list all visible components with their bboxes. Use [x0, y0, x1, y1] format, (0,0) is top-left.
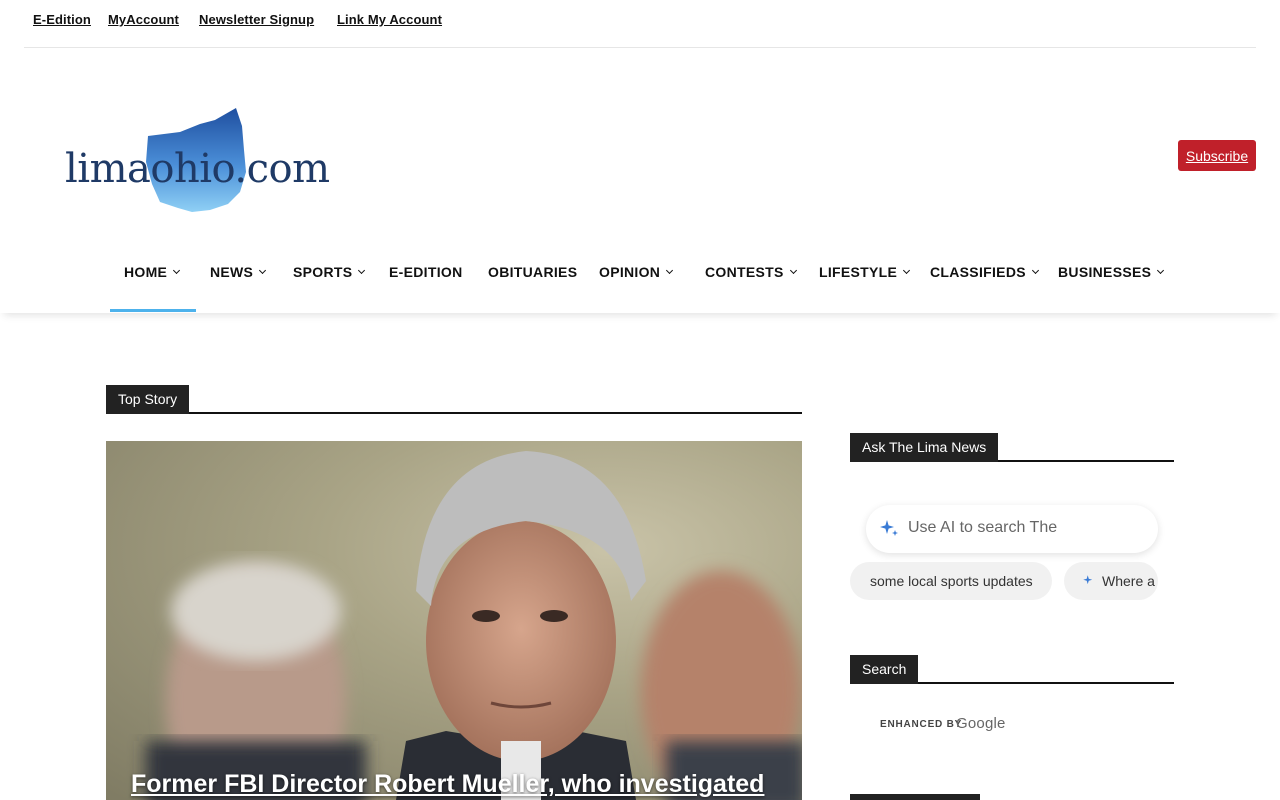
ai-search-placeholder: Use AI to search The	[908, 519, 1058, 536]
sparkle-icon	[1083, 575, 1093, 585]
logo-text: limaohio.com	[65, 146, 330, 192]
next-block-header	[850, 794, 980, 800]
top-story-title: Top Story	[106, 385, 190, 414]
search-title: Search	[850, 655, 919, 684]
nav-item-e-edition[interactable]: E-EDITION	[389, 264, 462, 280]
util-link-link-account[interactable]: Link My Account	[337, 12, 442, 27]
top-story-headline[interactable]: Former FBI Director Robert Mueller, who …	[131, 770, 764, 799]
sparkle-icon	[880, 520, 898, 536]
nav-item-news[interactable]: NEWS	[210, 264, 267, 280]
util-link-myaccount[interactable]: MyAccount	[108, 12, 179, 27]
photo-illustration	[146, 451, 802, 800]
ask-title: Ask The Lima News	[850, 433, 999, 462]
nav-item-businesses[interactable]: BUSINESSES	[1058, 264, 1165, 280]
nav-item-lifestyle[interactable]: LIFESTYLE	[819, 264, 911, 280]
nav-item-contests[interactable]: CONTESTS	[705, 264, 797, 280]
chevron-down-icon	[789, 266, 797, 274]
nav-item-obituaries[interactable]: OBITUARIES	[488, 264, 577, 280]
chevron-down-icon	[358, 266, 366, 274]
nav-item-sports[interactable]: SPORTS	[293, 264, 366, 280]
top-story-header: Top Story	[106, 385, 802, 414]
ai-search-input[interactable]: Use AI to search The	[866, 505, 1158, 553]
chevron-down-icon	[1031, 266, 1039, 274]
utility-bar: E-Edition MyAccount Newsletter Signup Li…	[24, 0, 1256, 48]
util-link-e-edition[interactable]: E-Edition	[33, 12, 91, 27]
site-logo[interactable]: limaohio.com	[60, 100, 350, 220]
google-logo: Google	[956, 715, 1006, 732]
suggestion-chip[interactable]: Where a	[1064, 562, 1158, 600]
subscribe-button[interactable]: Subscribe	[1178, 140, 1256, 171]
util-link-newsletter[interactable]: Newsletter Signup	[199, 12, 314, 27]
enhanced-by-label: ENHANCED BY	[880, 719, 963, 730]
nav-item-opinion[interactable]: OPINION	[599, 264, 674, 280]
top-story-image[interactable]	[106, 441, 802, 800]
chevron-down-icon	[903, 266, 911, 274]
chevron-down-icon	[173, 266, 181, 274]
suggestion-chip[interactable]: some local sports updates	[850, 562, 1052, 600]
nav-item-home[interactable]: HOME	[124, 264, 181, 280]
nav-item-classifieds[interactable]: CLASSIFIEDS	[930, 264, 1039, 280]
chevron-down-icon	[666, 266, 674, 274]
main-nav: HOME NEWS SPORTS E-EDITION OBITUARIES OP…	[0, 240, 1280, 313]
chevron-down-icon	[1157, 266, 1165, 274]
chevron-down-icon	[259, 266, 267, 274]
nav-active-indicator	[110, 309, 196, 312]
ask-header: Ask The Lima News	[850, 433, 1174, 462]
search-header: Search	[850, 655, 1174, 684]
